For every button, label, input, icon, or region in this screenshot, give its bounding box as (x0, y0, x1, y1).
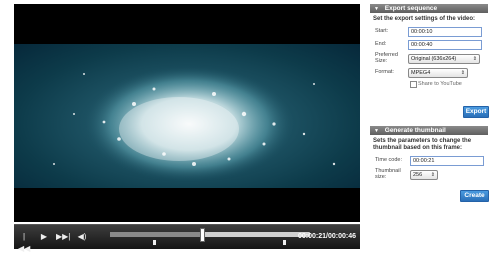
video-frame[interactable] (14, 44, 360, 188)
player-controls: |◀◀ ▶ ▶▶| ◀) 00:00:21/00:00:46 (14, 224, 360, 253)
skip-back-icon[interactable]: |◀◀ (18, 231, 30, 253)
youtube-checkbox[interactable] (410, 81, 417, 88)
thumbnail-panel-title: Generate thumbnail (384, 127, 446, 134)
size-select-value: Original (636x264) (411, 56, 457, 62)
format-label: Format: (375, 69, 394, 75)
export-start-marker[interactable] (153, 240, 156, 245)
playhead[interactable] (200, 228, 205, 242)
export-panel: ▼ Export sequence Set the export setting… (370, 4, 489, 118)
thumbnail-size-value: 256 (413, 172, 423, 178)
volume-icon[interactable]: ◀) (76, 231, 88, 243)
export-button[interactable]: Export (463, 106, 489, 118)
scrub-track[interactable] (110, 228, 310, 245)
thumbnail-size-label: Thumbnail size: (375, 168, 401, 180)
start-field[interactable]: 00:00:10 (408, 27, 482, 37)
export-panel-title: Export sequence (384, 5, 438, 12)
format-select[interactable]: MPEG4 ⇕ (408, 68, 468, 78)
end-field[interactable]: 00:00:40 (408, 40, 482, 50)
size-select[interactable]: Original (636x264) ⇕ (408, 54, 480, 64)
collapse-triangle-icon[interactable]: ▼ (374, 128, 379, 134)
size-label: Preferred Size: (375, 52, 398, 64)
timecode-label: Time code: (375, 157, 403, 163)
end-label: End: (375, 41, 387, 47)
thumbnail-panel-header[interactable]: ▼ Generate thumbnail (370, 126, 488, 135)
time-readout: 00:00:21/00:00:46 (298, 233, 356, 240)
collapse-triangle-icon[interactable]: ▼ (374, 6, 379, 12)
select-arrows-icon: ⇕ (472, 56, 477, 62)
export-end-marker[interactable] (283, 240, 286, 245)
thumbnail-panel: ▼ Generate thumbnail Sets the parameters… (370, 126, 489, 202)
video-player[interactable] (14, 4, 360, 222)
start-label: Start: (375, 28, 389, 34)
select-arrows-icon: ⇕ (430, 172, 435, 178)
play-icon[interactable]: ▶ (38, 231, 50, 243)
scrub-progress (110, 232, 202, 237)
video-frame-image (53, 66, 336, 182)
timecode-field[interactable]: 00:00:21 (410, 156, 484, 166)
export-panel-header[interactable]: ▼ Export sequence (370, 4, 488, 13)
skip-forward-icon[interactable]: ▶▶| (56, 231, 70, 243)
select-arrows-icon: ⇕ (460, 70, 465, 76)
format-select-value: MPEG4 (411, 70, 431, 76)
youtube-label: Share to YouTube (418, 81, 462, 87)
export-intro: Set the export settings of the video: (373, 16, 476, 22)
create-button[interactable]: Create (460, 190, 489, 202)
thumbnail-size-select[interactable]: 256 ⇕ (410, 170, 438, 180)
thumbnail-intro: Sets the parameters to change the thumbn… (373, 138, 472, 151)
